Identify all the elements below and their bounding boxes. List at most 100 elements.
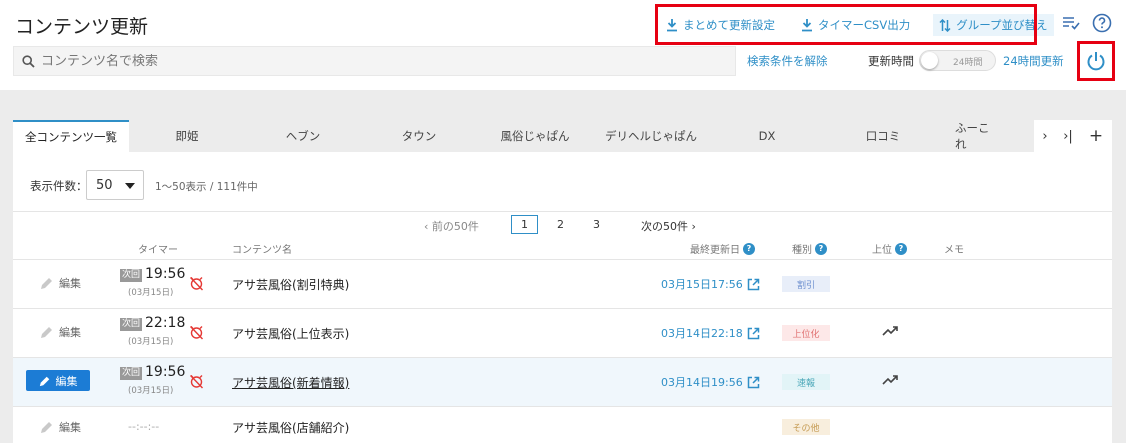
next-badge: 次回 bbox=[120, 367, 143, 380]
last-updated-text: 03月14日22:18 bbox=[661, 327, 743, 340]
power-icon bbox=[1087, 51, 1105, 70]
pagination: ‹ 前の50件 1 2 3 次の50件 › bbox=[0, 213, 1126, 237]
per-page-select[interactable]: 50 bbox=[86, 170, 144, 200]
power-button[interactable] bbox=[1077, 41, 1115, 81]
kind-badge: 割引 bbox=[782, 276, 830, 292]
external-link-icon bbox=[747, 278, 759, 290]
tab-heaven[interactable]: ヘブン bbox=[245, 120, 361, 152]
timer-time: 19:56 bbox=[145, 266, 186, 282]
trending-up-icon bbox=[882, 326, 898, 336]
external-link-icon bbox=[747, 376, 759, 388]
timer-empty: --:--:-- bbox=[128, 420, 160, 433]
col-kind-label: 種別 bbox=[792, 245, 812, 256]
col-memo: メモ bbox=[944, 245, 964, 256]
col-timer: タイマー bbox=[138, 245, 178, 256]
pencil-icon bbox=[41, 422, 52, 433]
help-icon[interactable]: ? bbox=[743, 242, 755, 255]
last-updated[interactable]: 03月14日22:18 bbox=[661, 325, 760, 341]
tab-bar: 全コンテンツ一覧 即姫 ヘブン タウン 風俗じゃぱん デリヘルじゃぱん DX 口… bbox=[13, 120, 1112, 152]
search-icon bbox=[22, 54, 35, 68]
col-content-name: コンテンツ名 bbox=[232, 245, 292, 256]
toggle-knob bbox=[921, 52, 938, 69]
pencil-icon bbox=[41, 327, 52, 338]
edit-button[interactable]: 編集 bbox=[40, 275, 81, 291]
edit-label: 編集 bbox=[55, 374, 78, 388]
pencil-icon bbox=[39, 376, 49, 386]
tab-deliheru-japan[interactable]: デリヘルじゃぱん bbox=[593, 120, 709, 152]
per-page-label: 表示件数： bbox=[30, 179, 88, 193]
page-header: コンテンツ更新 まとめて更新設定 タイマーCSV出力 グループ並び替え 検索条件… bbox=[0, 0, 1126, 90]
tab-next-button[interactable]: › bbox=[1034, 120, 1056, 152]
content-name[interactable]: アサ芸風俗(割引特典) bbox=[232, 276, 349, 293]
external-link-icon bbox=[747, 327, 759, 339]
timer-date: (03月15日) bbox=[128, 288, 174, 298]
last-updated[interactable]: 03月15日17:56 bbox=[661, 276, 760, 292]
tab-add-button[interactable]: + bbox=[1080, 120, 1112, 152]
timer-date: (03月15日) bbox=[128, 386, 174, 396]
table-row[interactable]: 編集 次回 19:56 (03月15日) アサ芸風俗(新着情報) 03月14日1… bbox=[13, 358, 1112, 407]
edit-label: 編集 bbox=[59, 421, 81, 434]
table-row[interactable]: 編集 次回 19:56 (03月15日) アサ芸風俗(割引特典) 03月15日1… bbox=[13, 260, 1112, 309]
toggle-label: 24時間 bbox=[953, 58, 983, 68]
table-row[interactable]: 編集 次回 22:18 (03月15日) アサ芸風俗(上位表示) 03月14日2… bbox=[13, 309, 1112, 358]
content-name[interactable]: アサ芸風俗(上位表示) bbox=[232, 325, 349, 342]
search-input[interactable] bbox=[41, 53, 721, 69]
tab-kuchikomi[interactable]: 口コミ bbox=[825, 120, 941, 152]
tab-last-button[interactable]: ›| bbox=[1056, 120, 1080, 152]
col-top[interactable]: 上位? bbox=[872, 241, 907, 256]
tab-all-contents[interactable]: 全コンテンツ一覧 bbox=[13, 120, 129, 152]
timer-time: 19:56 bbox=[145, 364, 186, 380]
clear-filters-link[interactable]: 検索条件を解除 bbox=[747, 53, 828, 69]
col-top-label: 上位 bbox=[872, 245, 892, 256]
last-updated-text: 03月14日19:56 bbox=[661, 376, 743, 389]
content-name[interactable]: アサ芸風俗(店舗紹介) bbox=[232, 419, 349, 436]
list-check-icon[interactable] bbox=[1062, 14, 1080, 30]
edit-label: 編集 bbox=[59, 326, 81, 339]
page-3[interactable]: 3 bbox=[583, 215, 610, 234]
actions-highlight-frame bbox=[655, 4, 1037, 45]
caret-down-icon bbox=[125, 183, 135, 189]
kind-badge: その他 bbox=[782, 419, 830, 435]
next-badge: 次回 bbox=[120, 269, 143, 282]
range-text: 1〜50表示 / 111件中 bbox=[155, 181, 258, 193]
tab-town[interactable]: タウン bbox=[361, 120, 477, 152]
table-row[interactable]: 編集 --:--:-- アサ芸風俗(店舗紹介) その他 bbox=[13, 407, 1112, 443]
alarm-off-icon[interactable] bbox=[189, 374, 204, 389]
edit-button[interactable]: 編集 bbox=[26, 370, 90, 391]
next-badge: 次回 bbox=[120, 318, 143, 331]
alarm-off-icon[interactable] bbox=[189, 276, 204, 291]
update-time-label: 更新時間 bbox=[868, 54, 914, 68]
alarm-off-icon[interactable] bbox=[189, 325, 204, 340]
edit-button[interactable]: 編集 bbox=[40, 324, 81, 340]
next-page-link[interactable]: 次の50件 › bbox=[641, 218, 696, 234]
trending-up-icon bbox=[882, 375, 898, 385]
help-icon[interactable]: ? bbox=[815, 242, 827, 255]
24h-toggle[interactable]: 24時間 bbox=[919, 50, 996, 71]
kind-badge: 上位化 bbox=[782, 325, 830, 341]
edit-button[interactable]: 編集 bbox=[40, 419, 81, 435]
edit-label: 編集 bbox=[59, 277, 81, 290]
col-kind[interactable]: 種別? bbox=[792, 241, 827, 256]
help-icon[interactable] bbox=[1092, 13, 1112, 33]
timer-time: 22:18 bbox=[145, 315, 186, 331]
page-title: コンテンツ更新 bbox=[15, 16, 149, 38]
search-bar[interactable] bbox=[13, 46, 736, 76]
timer-date: (03月15日) bbox=[128, 337, 174, 347]
per-page-value: 50 bbox=[96, 177, 113, 193]
kind-badge: 速報 bbox=[782, 374, 830, 390]
divider bbox=[13, 211, 1112, 212]
prev-page-link[interactable]: ‹ 前の50件 bbox=[424, 218, 479, 234]
help-icon[interactable]: ? bbox=[895, 242, 907, 255]
tab-fucore[interactable]: ふーこれ bbox=[941, 120, 997, 152]
pencil-icon bbox=[41, 278, 52, 289]
col-last-updated[interactable]: 最終更新日? bbox=[690, 241, 755, 256]
page-1[interactable]: 1 bbox=[511, 215, 538, 234]
tab-dx[interactable]: DX bbox=[709, 120, 825, 152]
content-name[interactable]: アサ芸風俗(新着情報) bbox=[232, 374, 349, 391]
24h-update-link[interactable]: 24時間更新 bbox=[1003, 53, 1064, 69]
last-updated[interactable]: 03月14日19:56 bbox=[661, 374, 760, 390]
tab-fuzoku-japan[interactable]: 風俗じゃぱん bbox=[477, 120, 593, 152]
page-2[interactable]: 2 bbox=[547, 215, 574, 234]
last-updated-text: 03月15日17:56 bbox=[661, 278, 743, 291]
tab-sokuhime[interactable]: 即姫 bbox=[129, 120, 245, 152]
